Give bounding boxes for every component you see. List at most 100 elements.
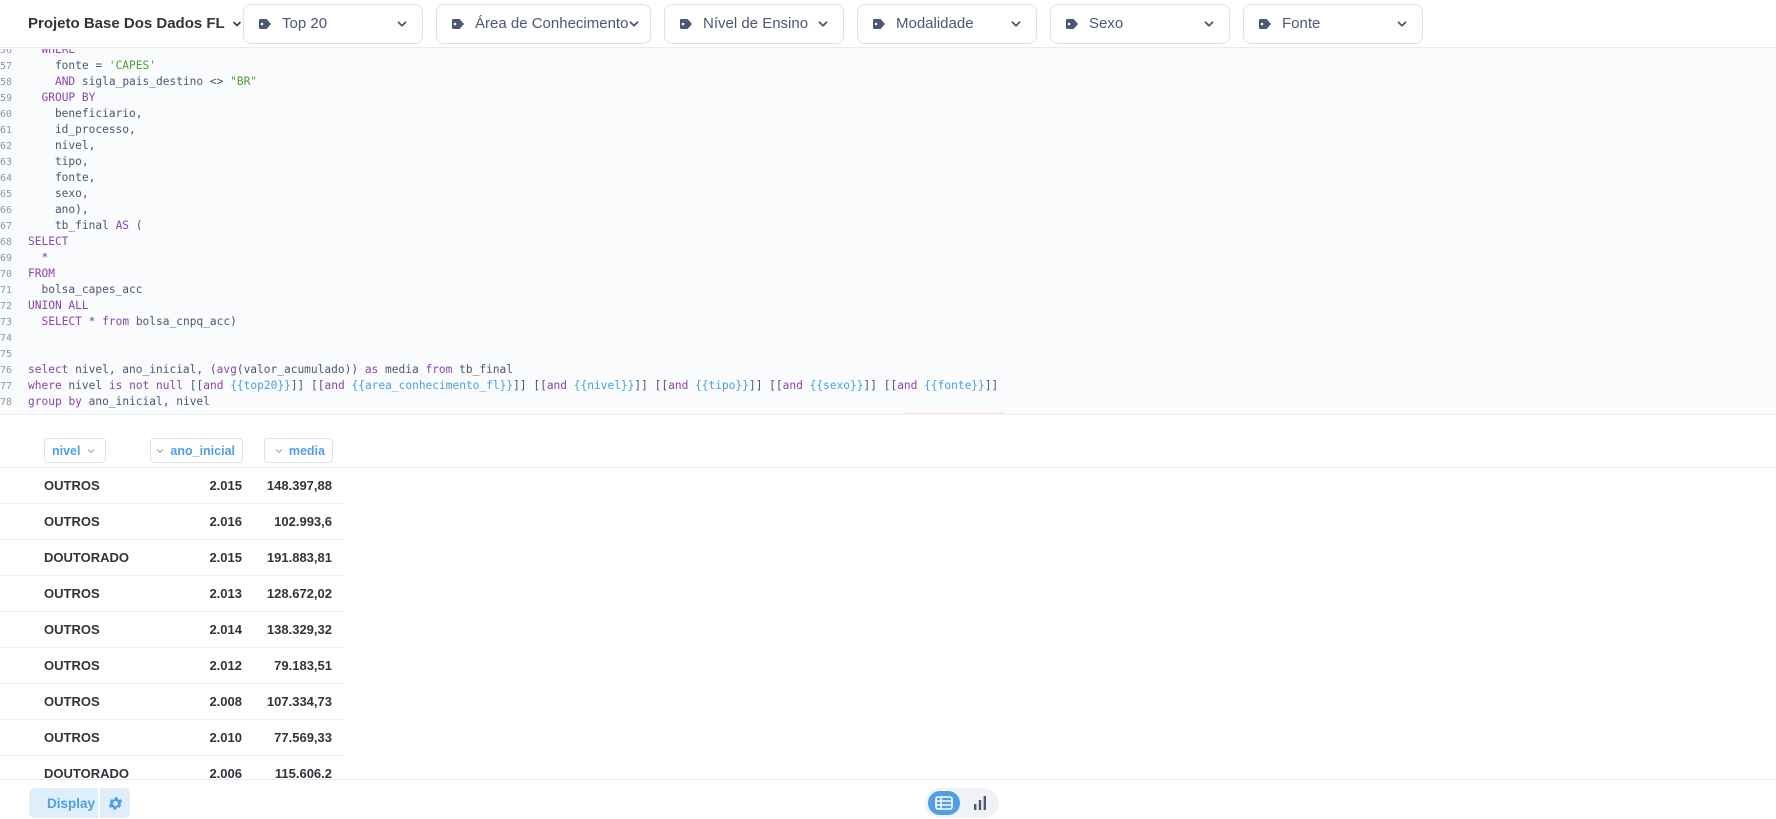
table-row: OUTROS 2.008 107.334,73 — [0, 684, 344, 720]
line-number: 58 — [0, 77, 13, 88]
filter-label: Top 20 — [282, 15, 328, 32]
tag-icon — [872, 18, 886, 30]
code-token: by — [68, 395, 82, 408]
cell-nivel[interactable]: OUTROS — [44, 648, 100, 684]
cell-media[interactable]: 115.606,2 — [275, 756, 332, 778]
sql-editor[interactable]: 56 WHERE 57 fonte = 'CAPES' 58 AND sigla_p… — [0, 49, 1776, 415]
top-bar: Projeto Base Dos Dados FL Top 20 Área de … — [0, 0, 1776, 48]
cell-nivel[interactable]: OUTROS — [44, 576, 100, 612]
code-token: sexo, — [28, 187, 89, 200]
cell-ano-inicial[interactable]: 2.015 — [209, 540, 242, 576]
table-row: OUTROS 2.010 77.569,33 — [0, 720, 344, 756]
code-token: fonte = — [28, 59, 109, 72]
chevron-down-icon — [1010, 18, 1022, 30]
chevron-down-icon — [396, 18, 408, 30]
cell-media[interactable]: 128.672,02 — [267, 576, 332, 612]
code-token: bolsa_cnpq_acc) — [129, 315, 237, 328]
code-line: 71 bolsa_capes_acc — [0, 282, 1776, 298]
code-token: WHERE — [41, 49, 76, 56]
cell-media[interactable]: 77.569,33 — [274, 720, 332, 756]
cell-ano-inicial[interactable]: 2.012 — [209, 648, 242, 684]
code-line: 75 — [0, 346, 1776, 362]
cell-ano-inicial[interactable]: 2.008 — [209, 684, 242, 720]
column-header-label: nivel — [52, 443, 81, 458]
code-token: {{nivel}} — [573, 379, 635, 392]
filter-widget[interactable]: Fonte — [1243, 3, 1423, 44]
code-line: 66 ano), — [0, 202, 1776, 218]
code-token: avg — [216, 363, 237, 376]
code-token: ]] [[ — [513, 379, 547, 392]
line-number: 74 — [0, 333, 13, 344]
column-header-nivel[interactable]: nivel — [44, 438, 106, 463]
code-line: 58 AND sigla_pais_destino <> "BR" — [0, 74, 1776, 90]
cell-nivel[interactable]: DOUTORADO — [44, 540, 129, 576]
cell-ano-inicial[interactable]: 2.016 — [209, 504, 242, 540]
cell-media[interactable]: 102.993,6 — [274, 504, 332, 540]
cell-nivel[interactable]: OUTROS — [44, 684, 100, 720]
code-token: AND — [54, 75, 76, 88]
filter-widget[interactable]: Nível de Ensino — [664, 3, 844, 44]
cell-nivel[interactable]: OUTROS — [44, 468, 100, 504]
code-token: select — [28, 363, 69, 376]
code-line: 57 fonte = 'CAPES' — [0, 58, 1776, 74]
code-token: and — [668, 379, 689, 392]
editor-resize-handle[interactable] — [904, 412, 1004, 414]
code-line: 78 group by ano_inicial, nivel — [0, 394, 1776, 410]
code-token: tb_final — [452, 363, 514, 376]
database-picker[interactable]: Projeto Base Dos Dados FL — [0, 0, 243, 48]
footer-bar: Display — [0, 779, 1776, 819]
table-row: OUTROS 2.012 79.183,51 — [0, 648, 344, 684]
code-token: ano_inicial, nivel — [81, 395, 210, 408]
chevron-down-icon — [817, 18, 829, 30]
code-line: 77 where nivel is not null [[and {{top20}… — [0, 378, 1776, 394]
filter-widget[interactable]: Sexo — [1050, 3, 1230, 44]
line-number: 66 — [0, 205, 13, 216]
cell-nivel[interactable]: OUTROS — [44, 612, 100, 648]
cell-media[interactable]: 191.883,81 — [267, 540, 332, 576]
cell-ano-inicial[interactable]: 2.010 — [209, 720, 242, 756]
filter-widget[interactable]: Modalidade — [857, 3, 1037, 44]
code-token: ( — [129, 219, 143, 232]
code-token: null — [156, 379, 183, 392]
filter-label: Área de Conhecimento — [475, 15, 629, 32]
filter-widget[interactable]: Área de Conhecimento — [436, 3, 651, 44]
code-token: ]] — [984, 379, 999, 392]
cell-ano-inicial[interactable]: 2.006 — [209, 756, 242, 778]
table-view-button[interactable] — [928, 791, 960, 815]
cell-ano-inicial[interactable]: 2.014 — [209, 612, 242, 648]
cell-nivel[interactable]: OUTROS — [44, 504, 100, 540]
cell-nivel[interactable]: DOUTORADO — [44, 756, 129, 778]
chart-view-button[interactable] — [964, 791, 996, 815]
table-row: OUTROS 2.015 148.397,88 — [0, 468, 344, 504]
code-token: bolsa_capes_acc — [28, 283, 143, 296]
gear-icon — [107, 795, 124, 812]
settings-button[interactable] — [98, 788, 130, 818]
cell-ano-inicial[interactable]: 2.015 — [209, 468, 242, 504]
cell-nivel[interactable]: OUTROS — [44, 720, 100, 756]
cell-media[interactable]: 138.329,32 — [267, 612, 332, 648]
cell-media[interactable]: 79.183,51 — [274, 648, 332, 684]
line-number: 67 — [0, 221, 13, 232]
code-line: 59 GROUP BY — [0, 90, 1776, 106]
filter-label: Modalidade — [896, 15, 974, 32]
filter-widget[interactable]: Top 20 — [243, 3, 423, 44]
database-name: Projeto Base Dos Dados FL — [28, 15, 225, 32]
table-row: DOUTORADO 2.015 191.883,81 — [0, 540, 344, 576]
line-number: 62 — [0, 141, 13, 152]
code-token: SELECT — [28, 235, 69, 248]
cell-media[interactable]: 107.334,73 — [267, 684, 332, 720]
code-line: 67 tb_final AS ( — [0, 218, 1776, 234]
table-row: OUTROS 2.014 138.329,32 — [0, 612, 344, 648]
tag-icon — [258, 18, 272, 30]
cell-ano-inicial[interactable]: 2.013 — [209, 576, 242, 612]
column-header-ano-inicial[interactable]: ano_inicial — [150, 438, 243, 463]
code-line: 60 beneficiario, — [0, 106, 1776, 122]
code-token: FROM — [28, 267, 55, 280]
code-token: {{area_conhecimento_fl}} — [351, 379, 514, 392]
table-header: nivel ano_inicial media — [0, 416, 1776, 468]
column-header-media[interactable]: media — [264, 438, 333, 463]
code-token: group — [28, 395, 62, 408]
line-number: 72 — [0, 301, 13, 312]
cell-media[interactable]: 148.397,88 — [267, 468, 332, 504]
